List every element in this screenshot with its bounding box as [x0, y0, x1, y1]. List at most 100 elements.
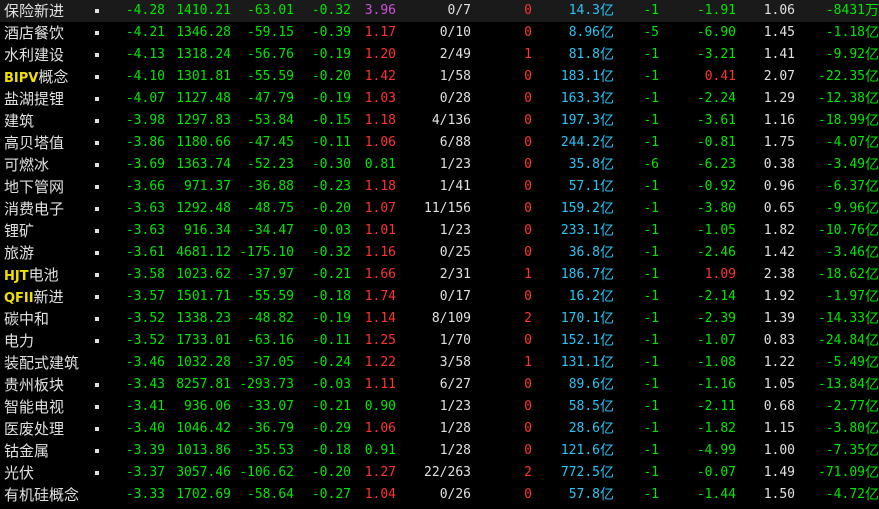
ratio-value: 1.29: [763, 91, 795, 106]
period-change: -2.39: [696, 311, 736, 326]
sector-name-text: 高贝塔值: [4, 134, 65, 152]
table-row[interactable]: 地下管网 -3.66 971.37 -36.88 -0.23 1.18 1/41 0 57.1 亿…: [0, 176, 879, 198]
table-row[interactable]: 装配式建筑 -3.46 1032.28 -37.05 -0.24 1.22 3/58 1 131…: [0, 352, 879, 374]
sector-name[interactable]: 高贝塔值: [4, 132, 64, 154]
limit-up-count: 0: [524, 223, 532, 238]
table-row[interactable]: BIPV概念 -4.10 1301.81 -55.59 -0.20 1.42 1/58 0 18…: [0, 66, 879, 88]
marker-dot-icon: [95, 471, 99, 475]
marker-dot-icon: [95, 273, 99, 277]
up-down-count: 0/7: [447, 3, 471, 18]
change-percent: -4.07: [125, 91, 165, 106]
net-flow-unit: 亿: [865, 267, 879, 283]
ratio-value: 1.75: [763, 135, 795, 150]
sector-name[interactable]: 旅游: [4, 242, 34, 264]
sector-name[interactable]: HJT电池: [4, 264, 59, 286]
table-row[interactable]: 盐湖提锂 -4.07 1127.48 -47.79 -0.19 1.03 0/28 0 163.…: [0, 88, 879, 110]
period-change: -1.82: [696, 421, 736, 436]
change-value: -175.10: [239, 245, 294, 260]
up-down-count: 6/27: [439, 377, 471, 392]
speed: -0.32: [311, 3, 351, 18]
table-row[interactable]: 酒店餐饮 -4.21 1346.28 -59.15 -0.39 1.17 0/10 0 8.96…: [0, 22, 879, 44]
table-row[interactable]: 有机硅概念 -3.33 1702.69 -58.64 -0.27 1.04 0/26 0 57.…: [0, 484, 879, 506]
rank-change: -1: [643, 443, 659, 458]
volume-ratio: 1.18: [364, 113, 396, 128]
table-row[interactable]: 消费电子 -3.63 1292.48 -48.75 -0.20 1.07 11/156 0 15…: [0, 198, 879, 220]
change-percent: -4.28: [125, 3, 165, 18]
sector-name[interactable]: 装配式建筑: [4, 352, 79, 374]
marker-dot-icon: [95, 97, 99, 101]
table-row[interactable]: 光伏 -3.37 3057.46 -106.62 -0.20 1.27 22/263 2 772…: [0, 462, 879, 484]
net-flow: -14.33: [818, 311, 865, 326]
change-value: -34.47: [247, 223, 294, 238]
net-flow-unit: 亿: [865, 157, 879, 173]
change-value: -59.15: [247, 25, 294, 40]
ratio-value: 1.45: [763, 25, 795, 40]
table-row[interactable]: 智能电视 -3.41 936.06 -33.07 -0.21 0.90 1/23 0 58.5 亿…: [0, 396, 879, 418]
sector-name[interactable]: 碳中和: [4, 308, 49, 330]
table-row[interactable]: 电力 -3.52 1733.01 -63.16 -0.11 1.25 1/70 0 152.1 亿…: [0, 330, 879, 352]
net-flow-unit: 亿: [865, 47, 879, 63]
marker-dot-icon: [95, 185, 99, 189]
sector-name[interactable]: 贵州板块: [4, 374, 64, 396]
table-row[interactable]: 水利建设 -4.13 1318.24 -56.76 -0.19 1.20 2/49 1 81.8…: [0, 44, 879, 66]
table-row[interactable]: 高贝塔值 -3.86 1180.66 -47.45 -0.11 1.06 6/88 0 244.…: [0, 132, 879, 154]
sector-name[interactable]: 有机硅概念: [4, 484, 79, 506]
change-value: -36.88: [247, 179, 294, 194]
period-change: -1.16: [696, 377, 736, 392]
table-row[interactable]: 建筑 -3.98 1297.83 -53.84 -0.15 1.18 4/136 0 197.3…: [0, 110, 879, 132]
limit-up-count: 2: [524, 465, 532, 480]
net-flow: -6.37: [825, 179, 865, 194]
speed: -0.18: [311, 443, 351, 458]
sector-name[interactable]: 智能电视: [4, 396, 64, 418]
sector-quote-table: 保险新进 -4.28 1410.21 -63.01 -0.32 3.96 0/7 0 14.3 亿…: [0, 0, 879, 506]
change-value: -36.79: [247, 421, 294, 436]
sector-name[interactable]: 盐湖提锂: [4, 88, 64, 110]
sector-name[interactable]: 锂矿: [4, 220, 34, 242]
sector-name[interactable]: BIPV概念: [4, 66, 68, 88]
table-row[interactable]: 贵州板块 -3.43 8257.81 -293.73 -0.03 1.11 6/27 0 89.…: [0, 374, 879, 396]
sector-name[interactable]: 钴金属: [4, 440, 49, 462]
table-row[interactable]: HJT电池 -3.58 1023.62 -37.97 -0.21 1.66 2/31 1 186…: [0, 264, 879, 286]
limit-up-count: 0: [524, 201, 532, 216]
table-row[interactable]: 保险新进 -4.28 1410.21 -63.01 -0.32 3.96 0/7 0 14.3 亿…: [0, 0, 879, 22]
sector-name-text: 可燃冰: [4, 156, 50, 174]
table-row[interactable]: 碳中和 -3.52 1338.23 -48.82 -0.19 1.14 8/109 2 170.…: [0, 308, 879, 330]
index-price: 971.37: [184, 179, 231, 194]
speed: -0.32: [311, 245, 351, 260]
change-value: -35.53: [247, 443, 294, 458]
sector-name[interactable]: 医废处理: [4, 418, 64, 440]
turnover-amount: 131.1: [560, 355, 600, 370]
sector-name[interactable]: 酒店餐饮: [4, 22, 64, 44]
sector-name-text: 新进: [33, 288, 64, 306]
table-row[interactable]: 锂矿 -3.63 916.34 -34.47 -0.03 1.01 1/23 0 233.1 亿 -…: [0, 220, 879, 242]
table-row[interactable]: 旅游 -3.61 4681.12 -175.10 -0.32 1.16 0/25 0 36.8 亿…: [0, 242, 879, 264]
period-change: -2.46: [696, 245, 736, 260]
ratio-value: 0.68: [763, 399, 795, 414]
net-flow-unit: 亿: [865, 113, 879, 129]
marker-dot-icon: [95, 119, 99, 123]
sector-name[interactable]: QFII新进: [4, 286, 64, 308]
table-row[interactable]: 钴金属 -3.39 1013.86 -35.53 -0.18 0.91 1/28 0 121.6…: [0, 440, 879, 462]
ratio-value: 0.83: [763, 333, 795, 348]
index-price: 1346.28: [176, 25, 231, 40]
sector-name[interactable]: 光伏: [4, 462, 34, 484]
sector-name-text: 建筑: [4, 112, 35, 130]
sector-name[interactable]: 可燃冰: [4, 154, 49, 176]
turnover-amount: 183.1: [560, 69, 600, 84]
limit-up-count: 0: [524, 3, 532, 18]
sector-name-text: 水利建设: [4, 46, 65, 64]
limit-up-count: 0: [524, 399, 532, 414]
turnover-amount: 163.3: [560, 91, 600, 106]
rank-change: -1: [643, 245, 659, 260]
sector-name[interactable]: 电力: [4, 330, 34, 352]
sector-name[interactable]: 地下管网: [4, 176, 64, 198]
sector-name[interactable]: 水利建设: [4, 44, 64, 66]
sector-name[interactable]: 保险新进: [4, 0, 64, 22]
table-row[interactable]: 可燃冰 -3.69 1363.74 -52.23 -0.30 0.81 1/23 0 35.8 亿…: [0, 154, 879, 176]
table-row[interactable]: 医废处理 -3.40 1046.42 -36.79 -0.29 1.06 1/28 0 28.6…: [0, 418, 879, 440]
turnover-amount: 35.8: [568, 157, 600, 172]
table-row[interactable]: QFII新进 -3.57 1501.71 -55.59 -0.18 1.74 0/17 0 16…: [0, 286, 879, 308]
net-flow: -2.77: [825, 399, 865, 414]
sector-name[interactable]: 消费电子: [4, 198, 64, 220]
sector-name[interactable]: 建筑: [4, 110, 34, 132]
